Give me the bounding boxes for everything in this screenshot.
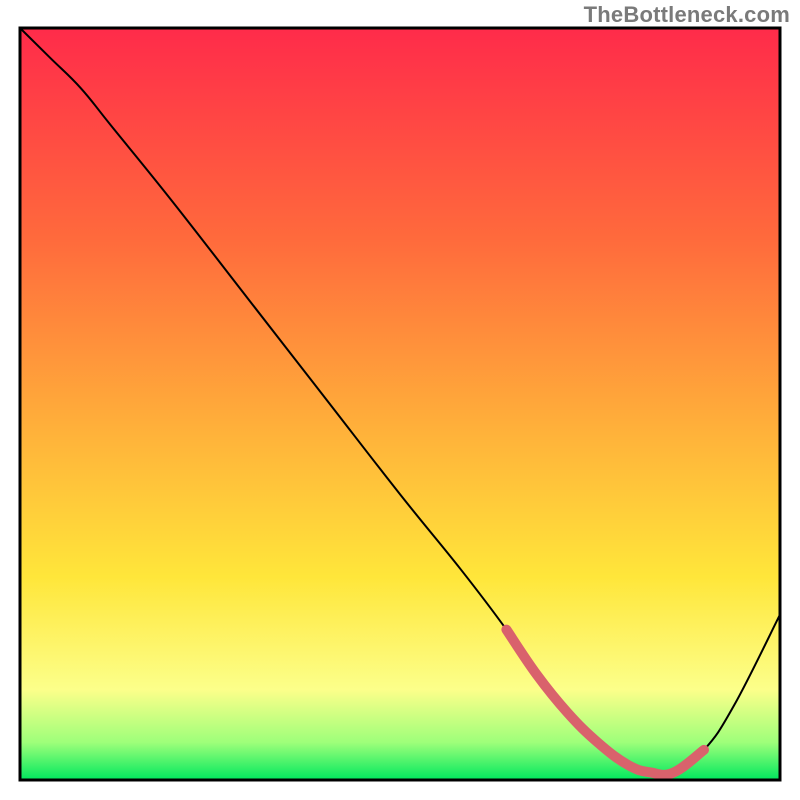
gradient-plot-area	[20, 28, 780, 780]
bottleneck-chart	[0, 0, 800, 800]
